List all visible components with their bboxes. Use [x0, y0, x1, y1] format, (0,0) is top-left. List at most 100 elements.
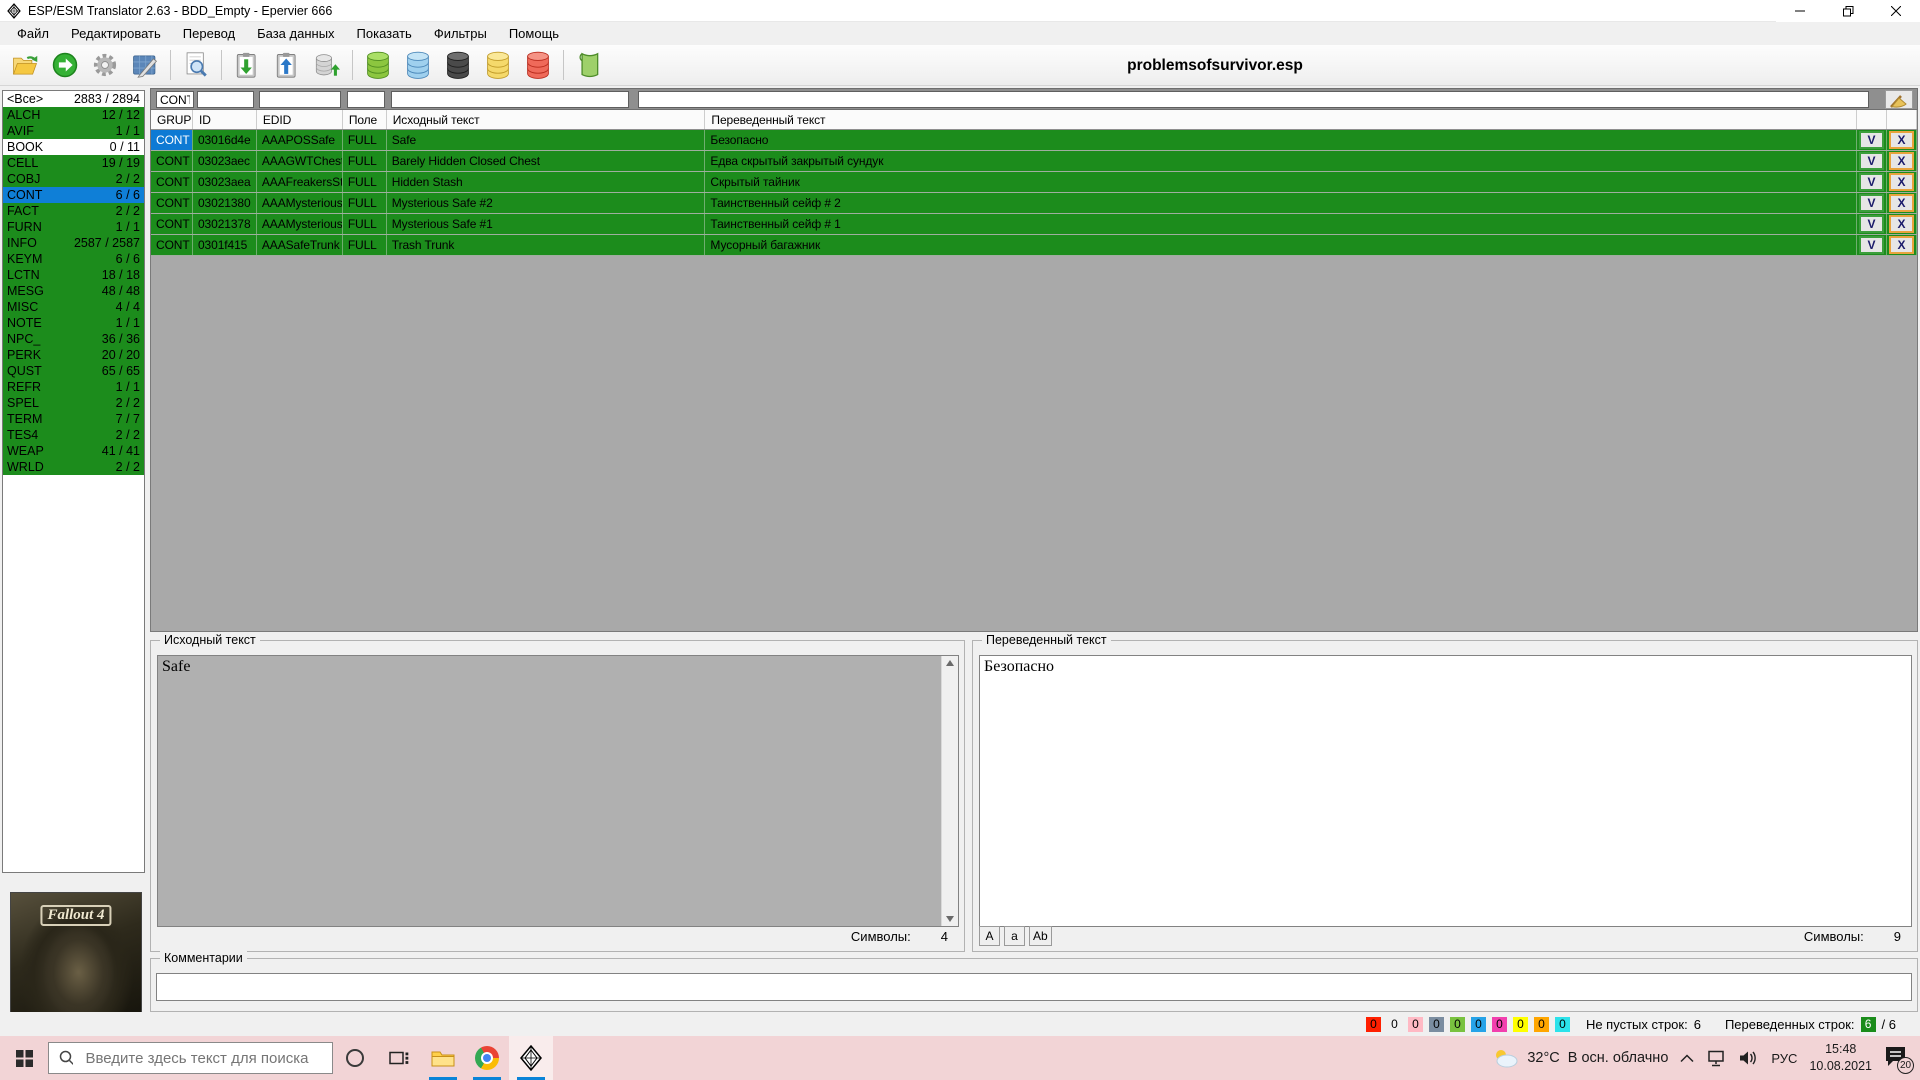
cell-grup[interactable]: CONT	[151, 151, 193, 171]
sidebar-item-book[interactable]: BOOK0 / 11	[3, 139, 144, 155]
header-edid[interactable]: EDID	[257, 110, 343, 129]
validate-button[interactable]: V	[1859, 194, 1884, 212]
menu-translate[interactable]: Перевод	[172, 23, 246, 44]
reject-button[interactable]: X	[1889, 152, 1914, 170]
cell-field[interactable]: FULL	[343, 235, 387, 255]
cell-translation[interactable]: Таинственный сейф # 2	[705, 193, 1857, 213]
reject-button[interactable]: X	[1889, 215, 1914, 233]
filter-edid-input[interactable]	[259, 91, 341, 108]
sidebar-item-qust[interactable]: QUST65 / 65	[3, 363, 144, 379]
sidebar-item-furn[interactable]: FURN1 / 1	[3, 219, 144, 235]
reject-button[interactable]: X	[1889, 236, 1914, 254]
cell-source[interactable]: Mysterious Safe #2	[387, 193, 706, 213]
cell-field[interactable]: FULL	[343, 172, 387, 192]
volume-icon[interactable]	[1738, 1050, 1759, 1066]
cell-id[interactable]: 03021380	[193, 193, 257, 213]
options-button[interactable]	[126, 46, 164, 84]
sidebar-item-refr[interactable]: REFR1 / 1	[3, 379, 144, 395]
cell-source[interactable]: Barely Hidden Closed Chest	[387, 151, 706, 171]
database-red-button[interactable]	[519, 46, 557, 84]
menu-edit[interactable]: Редактировать	[60, 23, 172, 44]
sidebar-item-alch[interactable]: ALCH12 / 12	[3, 107, 144, 123]
source-textarea[interactable]: Safe	[157, 655, 959, 927]
comment-input[interactable]	[156, 973, 1912, 1001]
script-button[interactable]	[570, 46, 608, 84]
reject-button[interactable]: X	[1889, 194, 1914, 212]
sidebar-item-all[interactable]: <Все>2883 / 2894	[3, 91, 144, 107]
sidebar-item-perk[interactable]: PERK20 / 20	[3, 347, 144, 363]
sidebar-item-weap[interactable]: WEAP41 / 41	[3, 443, 144, 459]
sidebar-item-cobj[interactable]: COBJ2 / 2	[3, 171, 144, 187]
menu-database[interactable]: База данных	[246, 23, 345, 44]
sidebar-item-npc[interactable]: NPC_36 / 36	[3, 331, 144, 347]
scrollbar[interactable]	[941, 656, 958, 926]
reject-button[interactable]: X	[1889, 173, 1914, 191]
scroll-down-icon[interactable]	[946, 916, 954, 922]
menu-filters[interactable]: Фильтры	[423, 23, 498, 44]
weather-widget[interactable]: 32°C В осн. облачно	[1491, 1048, 1668, 1068]
filter-grup-input[interactable]	[156, 91, 194, 108]
cell-source[interactable]: Mysterious Safe #1	[387, 214, 706, 234]
cell-id[interactable]: 03023aea	[193, 172, 257, 192]
open-button[interactable]	[6, 46, 44, 84]
clock-widget[interactable]: 15:48 10.08.2021	[1809, 1041, 1872, 1075]
header-source[interactable]: Исходный текст	[387, 110, 706, 129]
translation-textarea[interactable]: Безопасно	[979, 655, 1912, 927]
cell-source[interactable]: Hidden Stash	[387, 172, 706, 192]
cell-id[interactable]: 03016d4e	[193, 130, 257, 150]
cell-id[interactable]: 0301f415	[193, 235, 257, 255]
table-row[interactable]: CONT 03021380 AAAMysteriousS... FULL Mys…	[151, 193, 1917, 214]
sidebar-item-wrld[interactable]: WRLD2 / 2	[3, 459, 144, 475]
titlecase-button[interactable]: Ab	[1029, 926, 1052, 946]
file-explorer-button[interactable]	[421, 1036, 465, 1080]
settings-button[interactable]	[86, 46, 124, 84]
taskbar-search[interactable]	[48, 1042, 333, 1074]
sidebar-item-spel[interactable]: SPEL2 / 2	[3, 395, 144, 411]
language-indicator[interactable]: РУС	[1771, 1051, 1797, 1066]
sidebar-item-avif[interactable]: AVIF1 / 1	[3, 123, 144, 139]
table-row[interactable]: CONT 03016d4e AAAPOSSafe FULL Safe Безоп…	[151, 130, 1917, 151]
task-view-button[interactable]	[377, 1036, 421, 1080]
cell-grup[interactable]: CONT	[151, 130, 193, 150]
minimize-button[interactable]	[1776, 0, 1824, 22]
sidebar-item-mesg[interactable]: MESG48 / 48	[3, 283, 144, 299]
cell-grup[interactable]: CONT	[151, 235, 193, 255]
validate-button[interactable]: V	[1859, 236, 1884, 254]
sidebar-item-note[interactable]: NOTE1 / 1	[3, 315, 144, 331]
database-green-button[interactable]	[359, 46, 397, 84]
cell-edid[interactable]: AAASafeTrunk	[257, 235, 343, 255]
cell-field[interactable]: FULL	[343, 151, 387, 171]
import-translation-button[interactable]	[228, 46, 266, 84]
sidebar-item-tes4[interactable]: TES42 / 2	[3, 427, 144, 443]
database-blue-button[interactable]	[399, 46, 437, 84]
database-upload-button[interactable]	[308, 46, 346, 84]
menu-file[interactable]: Файл	[6, 23, 60, 44]
cell-edid[interactable]: AAAMysteriousS...	[257, 193, 343, 213]
cell-source[interactable]: Safe	[387, 130, 706, 150]
esp-translator-button[interactable]	[509, 1036, 553, 1080]
cell-field[interactable]: FULL	[343, 193, 387, 213]
cell-edid[interactable]: AAAMysteriousS...	[257, 214, 343, 234]
cell-grup[interactable]: CONT	[151, 214, 193, 234]
network-icon[interactable]	[1706, 1050, 1726, 1067]
filter-translation-input[interactable]	[638, 91, 1869, 108]
chrome-button[interactable]	[465, 1036, 509, 1080]
filter-source-input[interactable]	[391, 91, 629, 108]
cell-grup[interactable]: CONT	[151, 172, 193, 192]
cortana-button[interactable]	[333, 1036, 377, 1080]
clear-filters-button[interactable]	[1885, 90, 1913, 109]
header-field[interactable]: Поле	[343, 110, 387, 129]
cell-translation[interactable]: Безопасно	[705, 130, 1857, 150]
cell-id[interactable]: 03023aec	[193, 151, 257, 171]
close-button[interactable]	[1872, 0, 1920, 22]
uppercase-button[interactable]: A	[979, 926, 1000, 946]
export-translation-button[interactable]	[268, 46, 306, 84]
sidebar-item-cell[interactable]: CELL19 / 19	[3, 155, 144, 171]
cell-source[interactable]: Trash Trunk	[387, 235, 706, 255]
sidebar-item-misc[interactable]: MISC4 / 4	[3, 299, 144, 315]
notification-center-button[interactable]: 20	[1884, 1045, 1910, 1071]
header-grup[interactable]: GRUP	[151, 110, 193, 129]
run-translate-button[interactable]	[46, 46, 84, 84]
sidebar-item-fact[interactable]: FACT2 / 2	[3, 203, 144, 219]
sidebar-item-lctn[interactable]: LCTN18 / 18	[3, 267, 144, 283]
